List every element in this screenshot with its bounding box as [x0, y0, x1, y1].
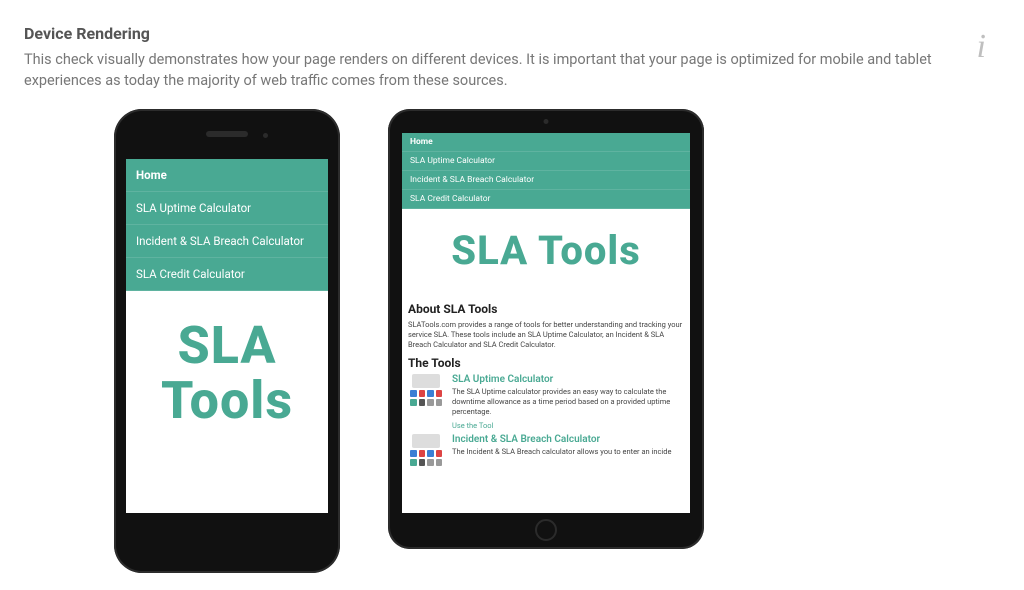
- phone-nav: Home SLA Uptime Calculator Incident & SL…: [126, 159, 328, 291]
- phone-camera-dot: [263, 133, 268, 138]
- about-text: SLATools.com provides a range of tools f…: [408, 320, 684, 350]
- tool-desc: The Incident & SLA Breach calculator all…: [452, 447, 684, 457]
- phone-screen: Home SLA Uptime Calculator Incident & SL…: [126, 159, 328, 513]
- section-title: Device Rendering: [24, 24, 1000, 43]
- tool-row: SLA Uptime Calculator The SLA Uptime cal…: [408, 374, 684, 429]
- tablet-home-button: [535, 519, 557, 541]
- tool-title[interactable]: SLA Uptime Calculator: [452, 374, 684, 385]
- calculator-icon: [408, 434, 444, 470]
- tools-heading: The Tools: [408, 356, 684, 370]
- device-previews: Home SLA Uptime Calculator Incident & SL…: [24, 109, 1000, 573]
- nav-item-uptime[interactable]: SLA Uptime Calculator: [402, 152, 690, 171]
- phone-hero-title: SLA Tools: [126, 291, 328, 456]
- section-description: This check visually demonstrates how you…: [24, 49, 944, 91]
- nav-item-breach[interactable]: Incident & SLA Breach Calculator: [402, 171, 690, 190]
- info-icon[interactable]: i: [977, 28, 986, 66]
- about-heading: About SLA Tools: [408, 302, 684, 316]
- tool-link[interactable]: Use the Tool: [452, 421, 684, 430]
- tablet-screen: Home SLA Uptime Calculator Incident & SL…: [402, 133, 690, 513]
- calculator-icon: [408, 374, 444, 410]
- phone-earpiece: [206, 131, 248, 137]
- tablet-frame: Home SLA Uptime Calculator Incident & SL…: [388, 109, 704, 549]
- tablet-camera-dot: [544, 119, 549, 124]
- nav-item-home[interactable]: Home: [402, 133, 690, 152]
- nav-item-breach[interactable]: Incident & SLA Breach Calculator: [126, 225, 328, 258]
- nav-item-home[interactable]: Home: [126, 159, 328, 192]
- tablet-content: About SLA Tools SLATools.com provides a …: [402, 302, 690, 470]
- nav-item-uptime[interactable]: SLA Uptime Calculator: [126, 192, 328, 225]
- phone-frame: Home SLA Uptime Calculator Incident & SL…: [114, 109, 340, 573]
- nav-item-credit[interactable]: SLA Credit Calculator: [402, 190, 690, 209]
- tool-desc: The SLA Uptime calculator provides an ea…: [452, 387, 684, 416]
- nav-item-credit[interactable]: SLA Credit Calculator: [126, 258, 328, 291]
- tablet-nav: Home SLA Uptime Calculator Incident & SL…: [402, 133, 690, 209]
- tablet-hero-title: SLA Tools: [402, 209, 690, 296]
- tool-row: Incident & SLA Breach Calculator The Inc…: [408, 434, 684, 470]
- tool-title[interactable]: Incident & SLA Breach Calculator: [452, 434, 684, 445]
